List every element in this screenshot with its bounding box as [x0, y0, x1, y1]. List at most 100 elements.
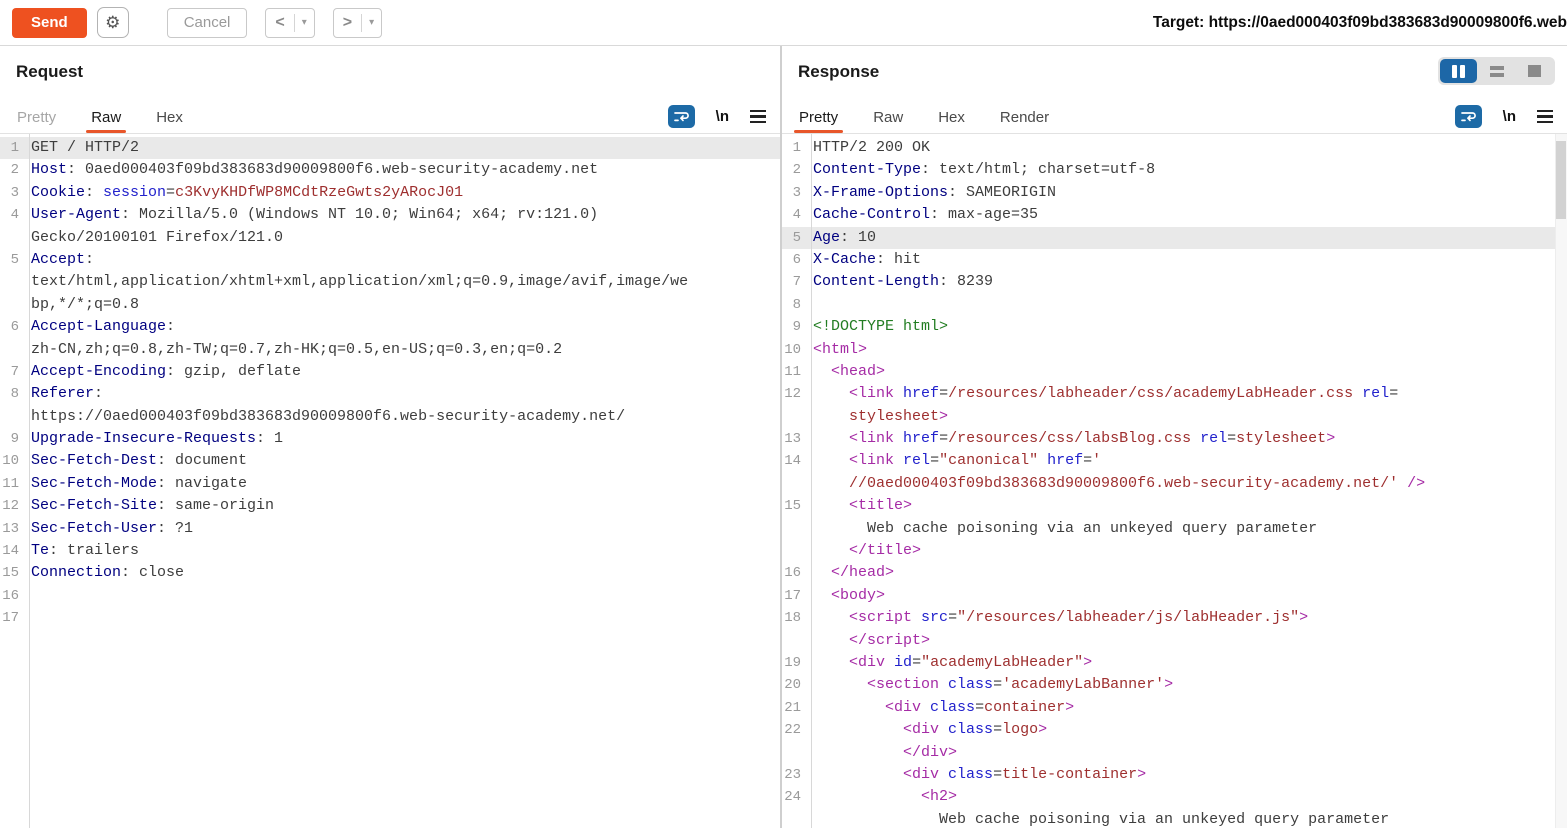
layout-single-button[interactable]	[1516, 59, 1553, 83]
response-code-row[interactable]: 5Age: 10	[782, 227, 1567, 249]
code-line: <div id="academyLabHeader">	[807, 652, 1567, 674]
layout-rows-button[interactable]	[1478, 59, 1515, 83]
next-request-group: > ▾	[333, 8, 382, 38]
code-line: <link href=/resources/labheader/css/acad…	[807, 383, 1567, 405]
request-code-row[interactable]: 8Referer:	[0, 383, 780, 405]
response-code-row[interactable]: //0aed000403f09bd383683d90009800f6.web-s…	[782, 473, 1567, 495]
next-dropdown-icon[interactable]: ▾	[362, 17, 381, 28]
cancel-button[interactable]: Cancel	[167, 8, 248, 38]
response-code-row[interactable]: 16 </head>	[782, 562, 1567, 584]
line-number: 21	[782, 697, 807, 719]
response-code-row[interactable]: 12 <link href=/resources/labheader/css/a…	[782, 383, 1567, 405]
request-code-row[interactable]: 6Accept-Language:	[0, 316, 780, 338]
prev-request-button[interactable]: <	[266, 14, 293, 32]
code-line: Accept-Language:	[25, 316, 780, 338]
layout-columns-button[interactable]	[1440, 59, 1477, 83]
code-line: User-Agent: Mozilla/5.0 (Windows NT 10.0…	[25, 204, 780, 226]
response-code-row[interactable]: 15 <title>	[782, 495, 1567, 517]
request-code-row[interactable]: 12Sec-Fetch-Site: same-origin	[0, 495, 780, 517]
response-code-row[interactable]: 17 <body>	[782, 585, 1567, 607]
gear-icon[interactable]: ⚙	[97, 7, 129, 38]
request-tab-pretty[interactable]: Pretty	[17, 101, 56, 133]
code-line	[807, 294, 1567, 316]
response-tab-pretty[interactable]: Pretty	[799, 101, 838, 133]
request-code-row[interactable]: 11Sec-Fetch-Mode: navigate	[0, 473, 780, 495]
code-line: Te: trailers	[25, 540, 780, 562]
code-line: <div class=container>	[807, 697, 1567, 719]
request-code-row[interactable]: text/html,application/xhtml+xml,applicat…	[0, 271, 780, 293]
response-code-row[interactable]: 11 <head>	[782, 361, 1567, 383]
response-code-row[interactable]: Web cache poisoning via an unkeyed query…	[782, 518, 1567, 540]
response-code-row[interactable]: </title>	[782, 540, 1567, 562]
request-code-row[interactable]: 7Accept-Encoding: gzip, deflate	[0, 361, 780, 383]
response-code-row[interactable]: 1HTTP/2 200 OK	[782, 137, 1567, 159]
response-code-row[interactable]: 7Content-Length: 8239	[782, 271, 1567, 293]
response-code-row[interactable]: 2Content-Type: text/html; charset=utf-8	[782, 159, 1567, 181]
request-code-row[interactable]: 13Sec-Fetch-User: ?1	[0, 518, 780, 540]
response-code-row[interactable]: 10<html>	[782, 339, 1567, 361]
response-code-row[interactable]: stylesheet>	[782, 406, 1567, 428]
request-code-row[interactable]: 15Connection: close	[0, 562, 780, 584]
request-code-row[interactable]: 2Host: 0aed000403f09bd383683d90009800f6.…	[0, 159, 780, 181]
response-tab-hex[interactable]: Hex	[938, 101, 965, 133]
response-code-row[interactable]: </script>	[782, 630, 1567, 652]
request-code-row[interactable]: 17	[0, 607, 780, 629]
code-line: Sec-Fetch-User: ?1	[25, 518, 780, 540]
code-line	[25, 607, 780, 629]
request-code-row[interactable]: zh-CN,zh;q=0.8,zh-TW;q=0.7,zh-HK;q=0.5,e…	[0, 339, 780, 361]
response-editor[interactable]: 1HTTP/2 200 OK2Content-Type: text/html; …	[782, 134, 1567, 828]
line-number: 8	[0, 383, 25, 405]
request-code-row[interactable]: 9Upgrade-Insecure-Requests: 1	[0, 428, 780, 450]
code-line: </title>	[807, 540, 1567, 562]
response-code-row[interactable]: 23 <div class=title-container>	[782, 764, 1567, 786]
response-code-row[interactable]: 19 <div id="academyLabHeader">	[782, 652, 1567, 674]
response-code-row[interactable]: 14 <link rel="canonical" href='	[782, 450, 1567, 472]
response-code-row[interactable]: 21 <div class=container>	[782, 697, 1567, 719]
response-tab-render[interactable]: Render	[1000, 101, 1049, 133]
toolbar: Send ⚙ Cancel < ▾ > ▾ Target: https://0a…	[0, 0, 1567, 46]
response-code-row[interactable]: 9<!DOCTYPE html>	[782, 316, 1567, 338]
response-code-row[interactable]: 22 <div class=logo>	[782, 719, 1567, 741]
prev-dropdown-icon[interactable]: ▾	[295, 17, 314, 28]
request-tab-hex[interactable]: Hex	[156, 101, 183, 133]
target-label: Target: https://0aed000403f09bd383683d90…	[1153, 14, 1567, 32]
request-editor[interactable]: 1GET / HTTP/22Host: 0aed000403f09bd38368…	[0, 134, 780, 828]
request-code-row[interactable]: 4User-Agent: Mozilla/5.0 (Windows NT 10.…	[0, 204, 780, 226]
editor-menu-icon[interactable]	[750, 110, 766, 124]
show-newlines-toggle[interactable]: \n	[716, 108, 729, 125]
code-line: Upgrade-Insecure-Requests: 1	[25, 428, 780, 450]
request-code-row[interactable]: 10Sec-Fetch-Dest: document	[0, 450, 780, 472]
request-code-row[interactable]: 5Accept:	[0, 249, 780, 271]
request-code-row[interactable]: 3Cookie: session=c3KvyKHDfWP8MCdtRzeGwts…	[0, 182, 780, 204]
request-code-row[interactable]: 14Te: trailers	[0, 540, 780, 562]
show-newlines-toggle[interactable]: \n	[1503, 108, 1516, 125]
request-code-row[interactable]: Gecko/20100101 Firefox/121.0	[0, 227, 780, 249]
response-code-row[interactable]: 20 <section class='academyLabBanner'>	[782, 674, 1567, 696]
editor-menu-icon[interactable]	[1537, 110, 1553, 124]
word-wrap-toggle-icon[interactable]	[1455, 105, 1482, 128]
response-code-row[interactable]: </div>	[782, 742, 1567, 764]
response-scrollbar-thumb[interactable]	[1556, 141, 1566, 219]
request-code-row[interactable]: 16	[0, 585, 780, 607]
response-tab-raw[interactable]: Raw	[873, 101, 903, 133]
next-request-button[interactable]: >	[334, 14, 361, 32]
response-scrollbar[interactable]	[1555, 134, 1567, 828]
response-code-row[interactable]: 24 <h2>	[782, 786, 1567, 808]
line-number	[782, 406, 807, 428]
response-code-row[interactable]: Web cache poisoning via an unkeyed query…	[782, 809, 1567, 828]
request-tab-raw[interactable]: Raw	[91, 101, 121, 133]
line-number: 2	[0, 159, 25, 181]
response-code-row[interactable]: 8	[782, 294, 1567, 316]
send-button[interactable]: Send	[12, 8, 87, 38]
response-code-row[interactable]: 4Cache-Control: max-age=35	[782, 204, 1567, 226]
response-code-row[interactable]: 18 <script src="/resources/labheader/js/…	[782, 607, 1567, 629]
word-wrap-toggle-icon[interactable]	[668, 105, 695, 128]
line-number: 12	[782, 383, 807, 405]
response-code-row[interactable]: 13 <link href=/resources/css/labsBlog.cs…	[782, 428, 1567, 450]
request-code-row[interactable]: 1GET / HTTP/2	[0, 137, 780, 159]
request-code-row[interactable]: bp,*/*;q=0.8	[0, 294, 780, 316]
request-code-row[interactable]: https://0aed000403f09bd383683d90009800f6…	[0, 406, 780, 428]
response-code-row[interactable]: 3X-Frame-Options: SAMEORIGIN	[782, 182, 1567, 204]
response-code-row[interactable]: 6X-Cache: hit	[782, 249, 1567, 271]
line-number: 3	[782, 182, 807, 204]
